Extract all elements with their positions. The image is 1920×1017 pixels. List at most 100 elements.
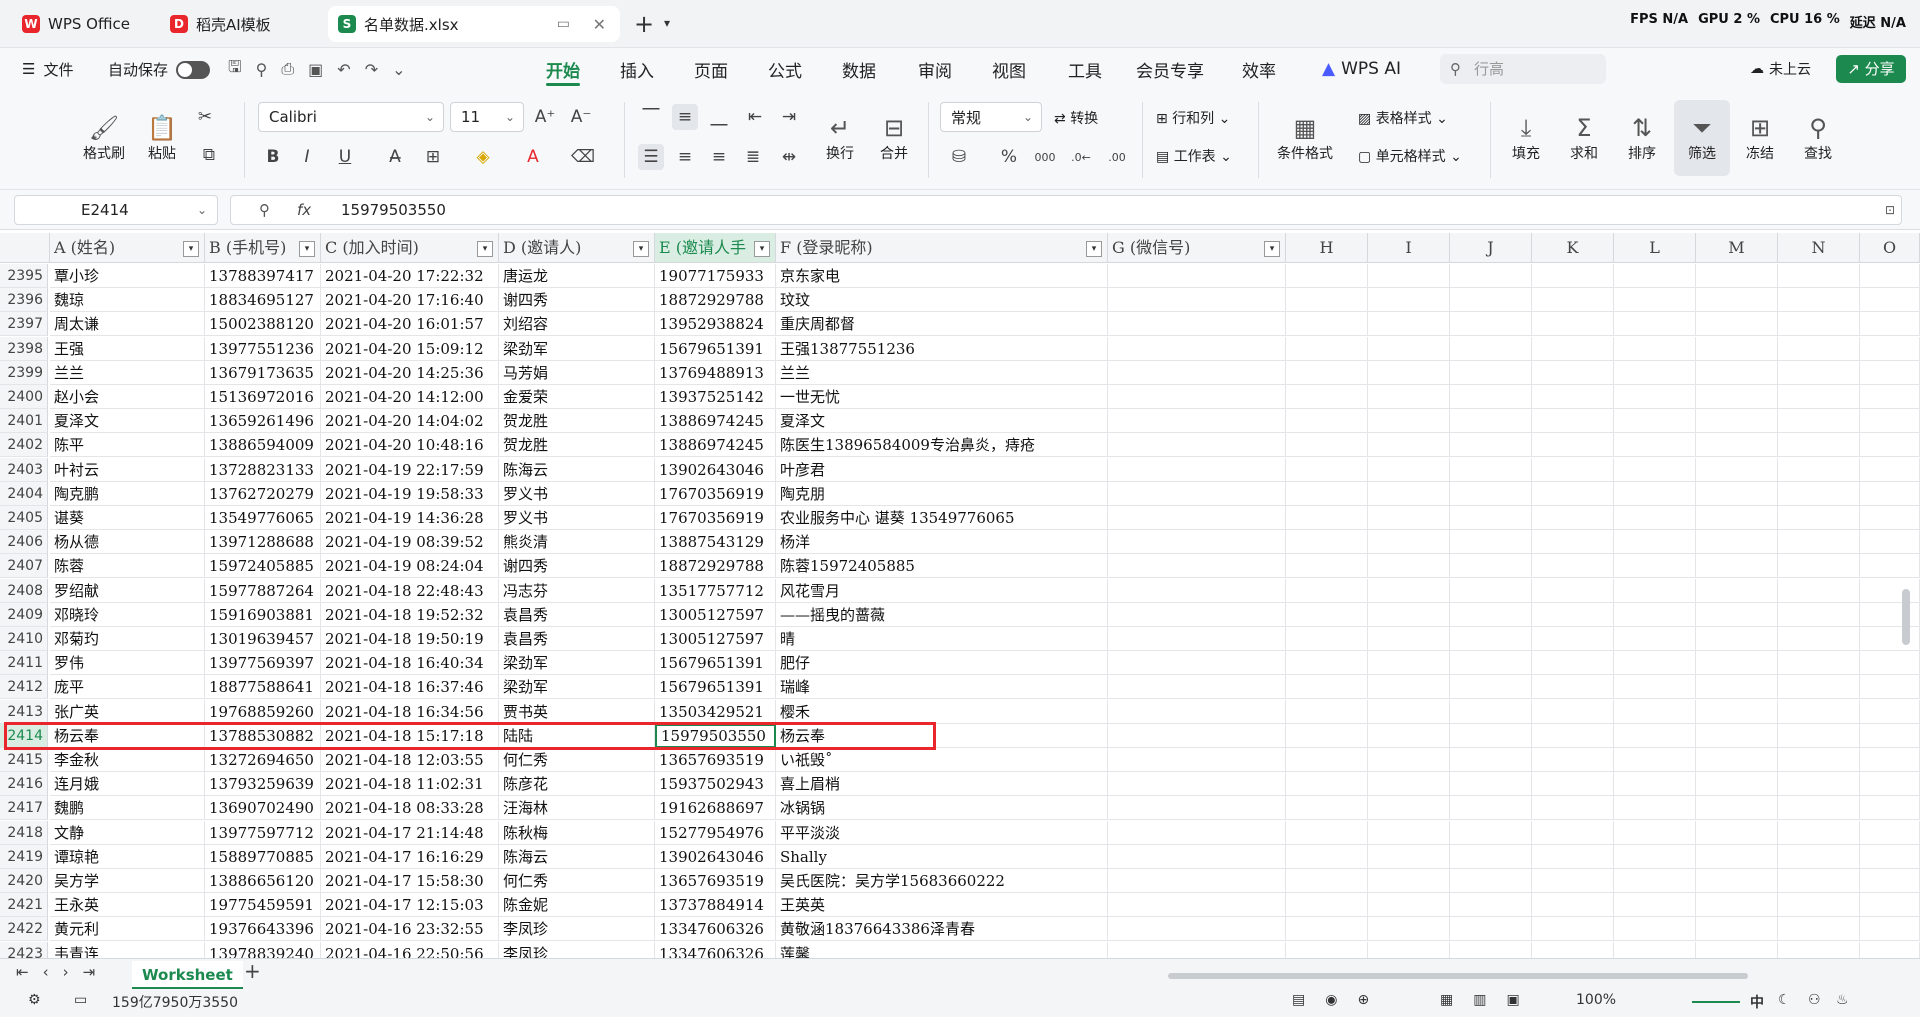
border-icon[interactable]: ⊞ xyxy=(420,144,446,170)
freeze-button[interactable]: ⊞ 冻结 xyxy=(1732,100,1788,176)
print-preview-icon[interactable]: ▣ xyxy=(308,60,323,79)
table-cell[interactable] xyxy=(1368,917,1450,942)
table-cell[interactable]: 夏泽文 xyxy=(776,409,1108,434)
table-cell[interactable] xyxy=(1368,433,1450,458)
table-cell[interactable] xyxy=(1450,288,1532,313)
close-icon[interactable]: ✕ xyxy=(593,15,606,34)
table-cell[interactable] xyxy=(1108,506,1286,530)
table-cell[interactable]: 13019639457 xyxy=(205,627,321,651)
table-cell[interactable] xyxy=(1286,360,1368,385)
table-cell[interactable] xyxy=(1368,796,1450,821)
row-header[interactable]: 2406 xyxy=(0,530,48,555)
table-cell[interactable] xyxy=(1368,748,1450,772)
table-cell[interactable] xyxy=(1614,602,1696,627)
table-cell[interactable] xyxy=(1286,385,1368,409)
align-middle-icon[interactable]: ≡ xyxy=(672,104,698,130)
table-cell[interactable]: 杨云奉 xyxy=(776,723,1108,748)
table-cell[interactable]: 瑞峰 xyxy=(776,675,1108,700)
table-cell[interactable]: 13347606326 xyxy=(655,941,776,958)
table-cell[interactable] xyxy=(1450,723,1532,748)
table-cell[interactable]: 13793259639 xyxy=(205,772,321,797)
table-cell[interactable] xyxy=(1778,554,1860,579)
table-cell[interactable] xyxy=(1286,602,1368,627)
tab-docer-ai[interactable]: D 稻壳AI模板 xyxy=(160,6,320,42)
table-cell[interactable]: 邓菊玓 xyxy=(50,627,205,651)
table-cell[interactable] xyxy=(1108,651,1286,676)
table-cell[interactable] xyxy=(1696,264,1778,288)
table-cell[interactable] xyxy=(1532,360,1614,385)
row-header[interactable]: 2414 xyxy=(0,723,48,748)
table-cell[interactable]: 2021-04-18 16:37:46 xyxy=(321,675,499,700)
table-cell[interactable]: 2021-04-18 11:02:31 xyxy=(321,772,499,797)
table-cell[interactable] xyxy=(1860,433,1920,458)
table-cell[interactable] xyxy=(1108,360,1286,385)
number-format-select[interactable]: 常规 ⌄ xyxy=(940,102,1042,132)
sort-button[interactable]: ⇅ 排序 xyxy=(1614,100,1670,176)
table-cell[interactable] xyxy=(1778,796,1860,821)
table-cell[interactable] xyxy=(1286,651,1368,676)
table-cell[interactable] xyxy=(1614,941,1696,958)
row-header[interactable]: 2416 xyxy=(0,772,48,797)
row-header[interactable]: 2407 xyxy=(0,554,48,579)
tab-member[interactable]: 会员专享 xyxy=(1136,48,1204,90)
table-cell[interactable]: 肥仔 xyxy=(776,651,1108,676)
table-cell[interactable]: 13549776065 xyxy=(205,506,321,530)
table-cell[interactable] xyxy=(1108,530,1286,555)
table-cell[interactable] xyxy=(1696,554,1778,579)
table-cell[interactable] xyxy=(1532,941,1614,958)
table-cell[interactable] xyxy=(1532,578,1614,603)
table-cell[interactable] xyxy=(1778,820,1860,845)
table-cell[interactable] xyxy=(1286,264,1368,288)
table-cell[interactable] xyxy=(1860,264,1920,288)
table-cell[interactable]: 罗义书 xyxy=(499,481,655,506)
table-cell[interactable] xyxy=(1108,578,1286,603)
table-cell[interactable]: 13659261496 xyxy=(205,409,321,434)
table-cell[interactable] xyxy=(1860,748,1920,772)
table-cell[interactable]: 19775459591 xyxy=(205,893,321,918)
table-cell[interactable]: 2021-04-20 16:01:57 xyxy=(321,312,499,337)
table-cell[interactable]: 19162688697 xyxy=(655,796,776,821)
table-cell[interactable] xyxy=(1368,288,1450,313)
cell-style-button[interactable]: ▢ 单元格样式 ⌄ xyxy=(1358,146,1462,166)
table-cell[interactable] xyxy=(1368,385,1450,409)
table-cell[interactable]: 17670356919 xyxy=(655,481,776,506)
table-cell[interactable] xyxy=(1108,869,1286,893)
row-header[interactable]: 2419 xyxy=(0,844,48,869)
table-cell[interactable] xyxy=(1286,481,1368,506)
table-cell[interactable] xyxy=(1532,820,1614,845)
table-cell[interactable]: 汪海林 xyxy=(499,796,655,821)
table-cell[interactable]: 梁劲军 xyxy=(499,675,655,700)
distribute-icon[interactable]: ⇹ xyxy=(776,144,802,170)
table-cell[interactable] xyxy=(1368,360,1450,385)
table-cell[interactable]: 2021-04-18 16:34:56 xyxy=(321,699,499,724)
table-cell[interactable] xyxy=(1696,796,1778,821)
table-cell[interactable] xyxy=(1614,820,1696,845)
table-cell[interactable] xyxy=(1286,675,1368,700)
table-cell[interactable] xyxy=(1368,457,1450,482)
table-cell[interactable] xyxy=(1778,433,1860,458)
table-cell[interactable]: 2021-04-18 15:17:18 xyxy=(321,723,499,748)
table-cell[interactable] xyxy=(1860,457,1920,482)
table-cell[interactable]: 15937502943 xyxy=(655,772,776,797)
table-cell[interactable] xyxy=(1108,627,1286,651)
table-cell[interactable]: 陈海云 xyxy=(499,457,655,482)
table-cell[interactable]: 13886974245 xyxy=(655,433,776,458)
table-cell[interactable]: 2021-04-18 19:52:32 xyxy=(321,602,499,627)
table-cell[interactable] xyxy=(1532,433,1614,458)
tab-review[interactable]: 审阅 xyxy=(918,48,952,90)
table-cell[interactable] xyxy=(1778,457,1860,482)
table-cell[interactable] xyxy=(1860,602,1920,627)
table-cell[interactable]: 2021-04-17 15:58:30 xyxy=(321,869,499,893)
table-cell[interactable] xyxy=(1778,409,1860,434)
table-cell[interactable] xyxy=(1108,772,1286,797)
table-cell[interactable]: 夏泽文 xyxy=(50,409,205,434)
table-cell[interactable] xyxy=(1614,385,1696,409)
table-cell[interactable]: 何仁秀 xyxy=(499,869,655,893)
table-cell[interactable]: 陈蓉 xyxy=(50,554,205,579)
table-cell[interactable]: 2021-04-20 14:04:02 xyxy=(321,409,499,434)
table-cell[interactable] xyxy=(1368,844,1450,869)
table-cell[interactable] xyxy=(1368,602,1450,627)
table-cell[interactable]: 晴 xyxy=(776,627,1108,651)
table-cell[interactable] xyxy=(1108,264,1286,288)
table-cell[interactable]: 周太谦 xyxy=(50,312,205,337)
